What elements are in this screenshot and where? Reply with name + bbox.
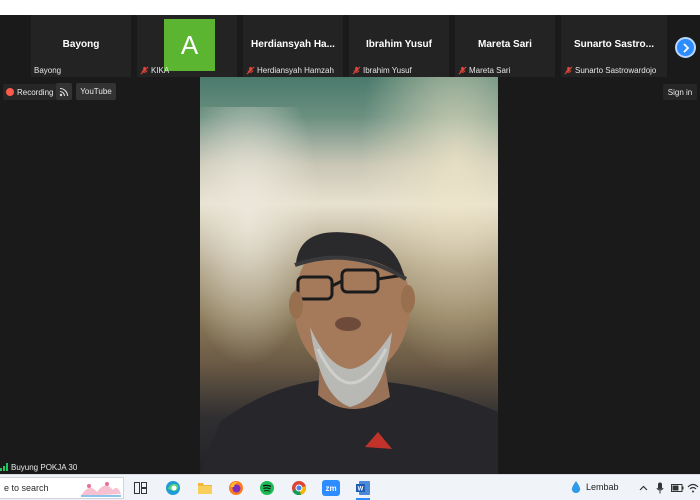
microphone-icon[interactable] [653,481,667,495]
firefox-icon[interactable] [227,479,245,497]
zoom-icon[interactable]: zm [322,479,340,497]
battery-icon[interactable] [670,481,684,495]
participant-strip: Bayong Bayong A KIKA Herdiansyah Ha... H… [0,15,700,77]
participant-tile[interactable]: Herdiansyah Ha... Herdiansyah Hamzah [243,15,343,77]
active-speaker-video [200,77,498,474]
recording-indicator[interactable]: Recording [3,84,57,100]
participant-label-text: Herdiansyah Hamzah [257,66,334,75]
search-placeholder: e to search [4,483,49,493]
signal-bars-icon [0,463,8,471]
speaker-figure [200,232,498,474]
sign-in-button[interactable]: Sign in [663,84,697,100]
edge-icon[interactable] [164,479,182,497]
participant-label: Sunarto Sastrowardojo [564,66,656,75]
participant-label-text: Sunarto Sastrowardojo [575,66,657,75]
participant-tile[interactable]: Mareta Sari Mareta Sari [455,15,555,77]
svg-text:W: W [358,487,364,493]
participant-label: Mareta Sari [458,66,510,75]
mic-muted-icon [352,66,361,75]
water-drop-icon [571,481,581,493]
next-page-button[interactable] [675,37,696,58]
participant-display-name: Bayong [62,39,100,50]
chrome-icon[interactable] [290,479,308,497]
mic-muted-icon [140,66,149,75]
participant-tile[interactable]: Ibrahim Yusuf Ibrahim Yusuf [349,15,449,77]
recording-label: Recording [17,87,54,97]
windows-taskbar: e to search zm W Lembab [0,474,700,500]
participant-display-name: Mareta Sari [478,39,532,50]
avatar: A [164,19,215,71]
chevron-right-icon [682,42,689,53]
participant-label-text: Bayong [34,66,62,75]
rss-icon [59,87,69,96]
top-strip [0,0,700,15]
search-highlight-image [81,482,121,497]
mic-muted-icon [458,66,467,75]
participant-label-text: KIKA [151,66,170,75]
participant-label: Ibrahim Yusuf [352,66,412,75]
participant-display-name: Sunarto Sastro... [573,39,654,50]
zoom-meeting-screen: Bayong Bayong A KIKA Herdiansyah Ha... H… [0,0,700,500]
file-explorer-icon[interactable] [196,479,214,497]
weather-label: Lembab [586,482,619,492]
word-icon[interactable]: W [354,479,372,497]
participant-tile[interactable]: Bayong Bayong [31,15,131,77]
weather-widget[interactable]: Lembab [570,480,619,494]
participant-label-text: Ibrahim Yusuf [363,66,412,75]
chevron-up-icon[interactable] [636,481,650,495]
live-stream-button[interactable] [56,83,72,100]
task-view-icon[interactable] [131,479,149,497]
youtube-button[interactable]: YouTube [76,83,116,100]
participant-display-name: Herdiansyah Ha... [251,39,335,50]
record-icon [6,88,14,96]
spotify-icon[interactable] [258,479,276,497]
svg-text:zm: zm [325,484,336,493]
participant-display-name: Ibrahim Yusuf [366,39,432,50]
speaker-name-label: Buyung POKJA 30 [0,461,77,473]
participant-label-text: Mareta Sari [469,66,511,75]
network-icon[interactable] [686,481,700,495]
taskbar-search-box[interactable]: e to search [0,477,124,499]
participant-label: Bayong [34,66,61,75]
mic-muted-icon [564,66,573,75]
speaker-name: Buyung POKJA 30 [11,462,78,472]
mic-muted-icon [246,66,255,75]
participant-label: Herdiansyah Hamzah [246,66,334,75]
participant-tile[interactable]: A KIKA [137,15,237,77]
participant-label: KIKA [140,66,169,75]
participant-tile[interactable]: Sunarto Sastro... Sunarto Sastrowardojo [561,15,667,77]
